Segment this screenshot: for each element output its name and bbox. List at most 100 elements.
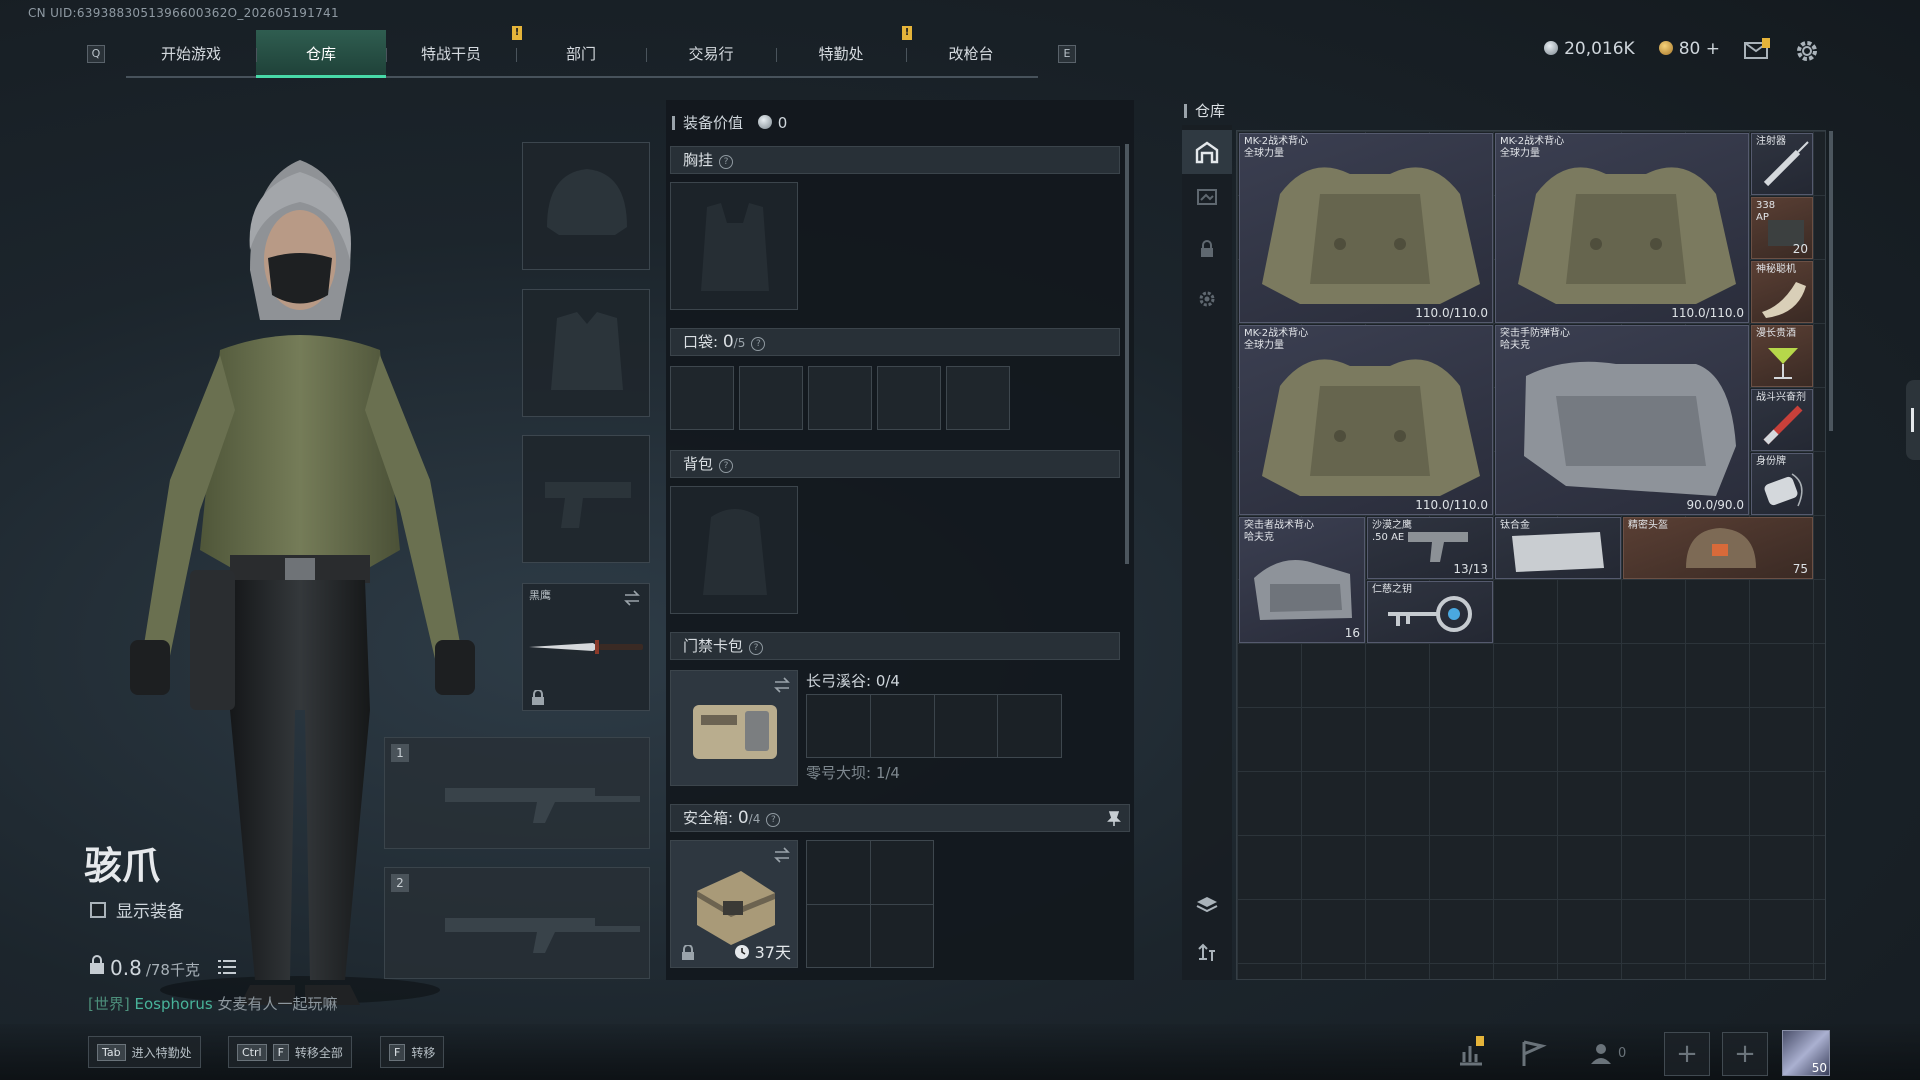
tab-department[interactable]: 部门 — [516, 30, 646, 78]
item-durability: 75 — [1792, 562, 1808, 576]
world-chat[interactable]: [世界] Eosphorus 女麦有人一起玩嘛 — [88, 993, 337, 1014]
item-count: 16 — [1344, 626, 1360, 640]
primary-weapon-slot-2[interactable]: 2 — [384, 867, 650, 979]
warehouse-item[interactable]: MK-2战术背心 全球力量 110.0/110.0 — [1495, 133, 1749, 323]
stats-icon[interactable] — [1454, 1036, 1488, 1070]
add-gold-button[interactable]: + — [1706, 39, 1720, 59]
collection-icon[interactable] — [1195, 185, 1219, 209]
keycard-grid[interactable] — [806, 694, 1062, 758]
safebox-slot[interactable]: 37天 — [670, 840, 798, 968]
safebox-count: 0 — [737, 808, 749, 828]
next-tab-key[interactable]: E — [1058, 45, 1076, 63]
warehouse-item[interactable]: 战斗兴奋剂 — [1751, 389, 1813, 451]
warehouse-item[interactable]: 突击者战术背心 哈夫克 16 — [1239, 517, 1365, 643]
help-icon[interactable]: ? — [719, 155, 734, 169]
pocket-slot[interactable] — [670, 366, 734, 430]
primary-weapon-slot-1[interactable]: 1 — [384, 737, 650, 849]
warehouse-grid[interactable]: MK-2战术背心 全球力量 110.0/110.0 MK-2战术背心 全球力量 … — [1236, 130, 1833, 980]
item-name: 突击者战术背心 哈夫克 — [1244, 520, 1314, 543]
hint-label: 转移全部 — [294, 1045, 343, 1060]
melee-slot[interactable]: 黑鹰 — [522, 583, 650, 711]
safebox-grid[interactable] — [806, 840, 934, 968]
warehouse-item[interactable]: 神秘聪机 — [1751, 261, 1813, 323]
equip-value: 装备价值 0 — [672, 112, 787, 133]
gear-icon[interactable] — [1794, 38, 1820, 61]
transfer-all-button[interactable]: Ctrl F 转移全部 — [228, 1036, 352, 1068]
warehouse-item[interactable]: 沙漠之鹰 .50 AE 13/13 — [1367, 517, 1493, 579]
warehouse-item[interactable]: 精密头盔 75 — [1623, 517, 1813, 579]
key-ctrl: Ctrl — [237, 1043, 267, 1061]
gear-icon[interactable] — [1195, 287, 1219, 311]
help-icon[interactable]: ? — [751, 337, 766, 351]
prev-tab-key[interactable]: Q — [87, 45, 105, 63]
warehouse-item[interactable]: 钛合金 — [1495, 517, 1621, 579]
swap-icon[interactable] — [773, 677, 791, 693]
weapon-slot-number: 2 — [391, 874, 409, 892]
warehouse-item[interactable]: MK-2战术背心 全球力量 110.0/110.0 — [1239, 325, 1493, 515]
list-icon[interactable] — [217, 959, 236, 975]
pistol-slot[interactable] — [522, 435, 650, 563]
equip-value-amount: 0 — [777, 114, 788, 132]
chat-channel: [世界] — [88, 995, 130, 1013]
loadout-scrollbar[interactable] — [1125, 144, 1129, 564]
invite-slot-2[interactable]: + — [1722, 1032, 1768, 1076]
backpack-slot[interactable] — [670, 486, 798, 614]
warehouse-page-active[interactable] — [1182, 130, 1232, 174]
friends-button[interactable]: 0 — [1588, 1036, 1648, 1070]
transfer-button[interactable]: F 转移 — [380, 1036, 445, 1068]
flag-icon[interactable] — [1516, 1036, 1550, 1070]
warehouse-item[interactable]: 身份牌 — [1751, 453, 1813, 515]
enter-special-ops-button[interactable]: Tab 进入特勤处 — [88, 1036, 201, 1068]
item-name: 沙漠之鹰 .50 AE — [1372, 520, 1412, 543]
pocket-slot[interactable] — [877, 366, 941, 430]
warehouse-item[interactable]: 仁慈之钥 — [1367, 581, 1493, 643]
show-equip-checkbox[interactable] — [90, 901, 106, 918]
help-icon[interactable]: ? — [766, 813, 781, 827]
show-equip-toggle[interactable]: 显示装备 — [90, 897, 184, 922]
pocket-slot[interactable] — [739, 366, 803, 430]
tab-special-ops[interactable]: 特勤处! — [776, 26, 912, 78]
help-icon[interactable]: ? — [719, 459, 734, 473]
layers-icon[interactable] — [1195, 893, 1219, 917]
pocket-label: 口袋: — [683, 333, 719, 351]
item-name: MK-2战术背心 全球力量 — [1244, 136, 1309, 159]
warehouse-item[interactable]: 突击手防弹背心 哈夫克 90.0/90.0 — [1495, 325, 1749, 515]
tab-label: 部门 — [565, 45, 596, 63]
side-drawer-handle[interactable] — [1906, 380, 1920, 460]
invite-slot-1[interactable]: + — [1664, 1032, 1710, 1076]
tab-warehouse[interactable]: 仓库 — [256, 30, 386, 78]
item-name: 338 AP — [1756, 200, 1776, 223]
help-icon[interactable]: ? — [749, 641, 764, 655]
weight-current: 0.8 — [110, 956, 142, 980]
sort-icon[interactable] — [1195, 941, 1219, 965]
swap-icon[interactable] — [623, 590, 641, 606]
gold-currency[interactable]: 80 + — [1658, 39, 1720, 59]
keycard-case-slot[interactable] — [670, 670, 798, 786]
chest-rig-slot[interactable] — [670, 182, 798, 310]
tab-trade[interactable]: 交易行 — [646, 30, 776, 78]
warehouse-item[interactable]: MK-2战术背心 全球力量 110.0/110.0 — [1239, 133, 1493, 323]
character-name: 骇爪 — [84, 844, 161, 888]
chest-rig-header: 胸挂? — [670, 146, 1120, 174]
armor-slot[interactable] — [522, 289, 650, 417]
tab-operators[interactable]: 特战干员! — [386, 26, 522, 78]
tab-start-game[interactable]: 开始游戏 — [126, 30, 256, 78]
pin-icon[interactable] — [1107, 811, 1121, 827]
warehouse-item[interactable]: 338 AP 20 — [1751, 197, 1813, 259]
mail-icon[interactable] — [1744, 38, 1770, 60]
warehouse-item[interactable]: 注射器 — [1751, 133, 1813, 195]
warehouse-item[interactable]: 漫长贵酒 — [1751, 325, 1813, 387]
lock-icon[interactable] — [1195, 237, 1219, 261]
item-ammo: 13/13 — [1453, 562, 1488, 576]
swap-icon[interactable] — [773, 847, 791, 863]
helmet-slot[interactable] — [522, 142, 650, 270]
pocket-header: 口袋: 0/5? — [670, 328, 1120, 356]
avatar[interactable]: 50 — [1782, 1030, 1830, 1076]
warehouse-scrollbar[interactable] — [1829, 131, 1833, 431]
chat-user[interactable]: Eosphorus — [135, 995, 213, 1013]
warehouse-sidebar — [1182, 125, 1232, 980]
tab-gunsmith[interactable]: 改枪台 — [906, 30, 1036, 78]
friends-icon — [1591, 1044, 1611, 1064]
pocket-slot[interactable] — [808, 366, 872, 430]
pocket-slot[interactable] — [946, 366, 1010, 430]
